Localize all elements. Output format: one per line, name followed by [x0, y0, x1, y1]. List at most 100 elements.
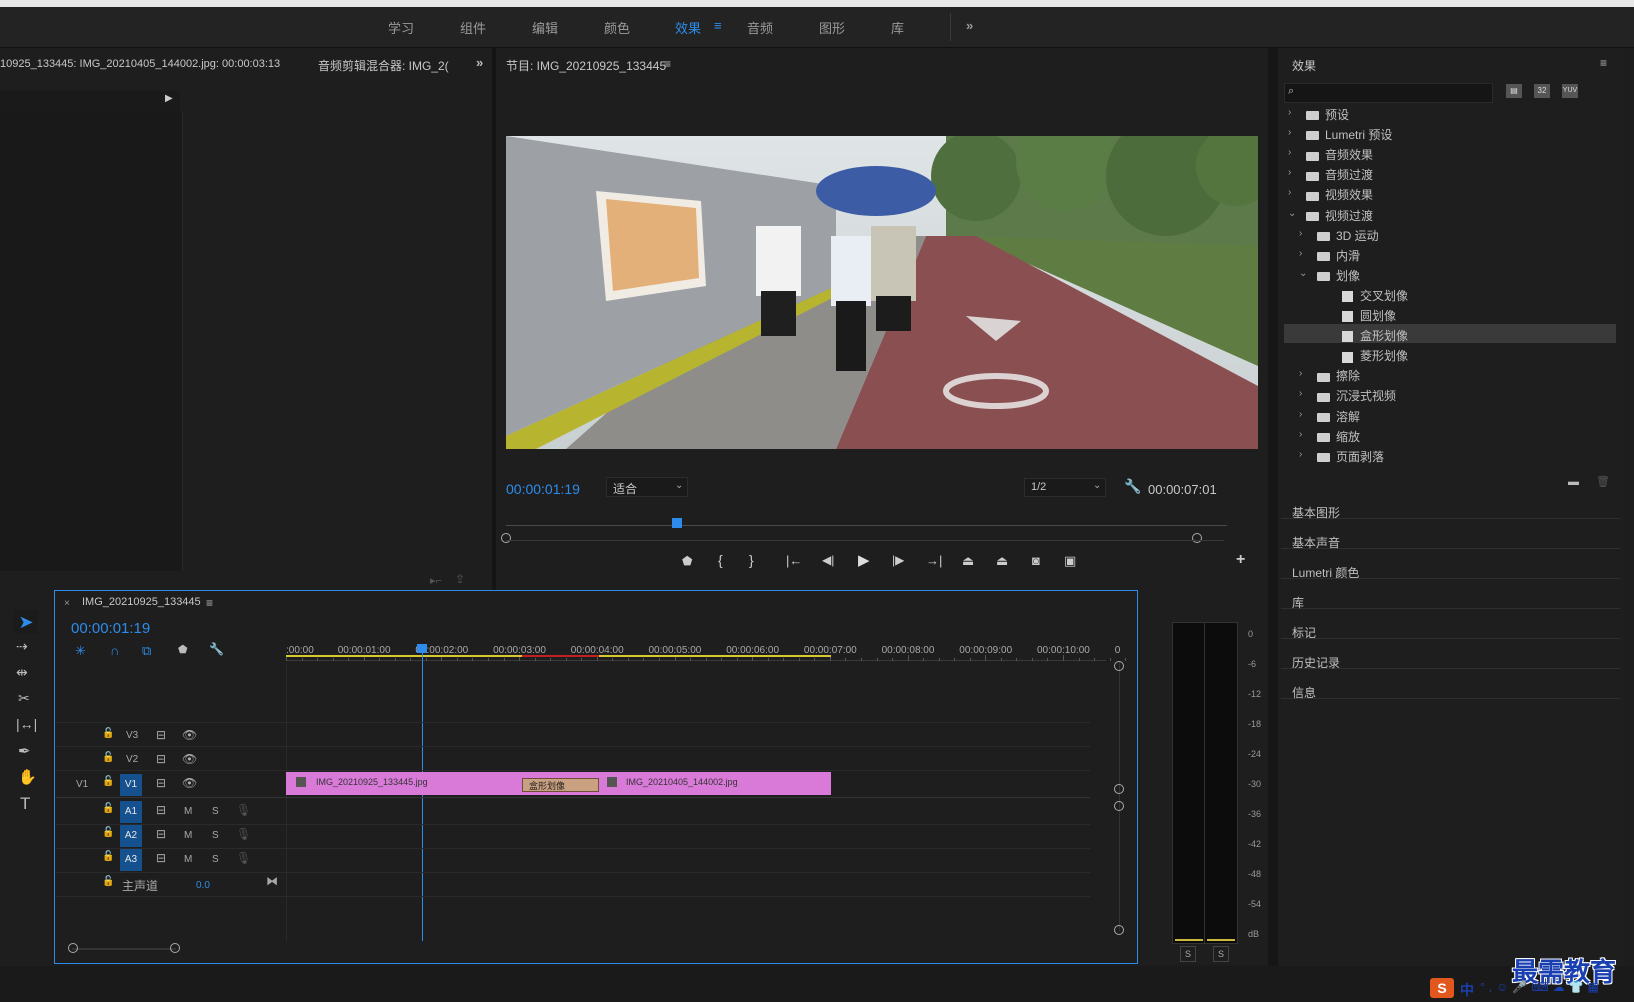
- panel-libraries[interactable]: 库: [1292, 594, 1304, 611]
- effects-title[interactable]: 效果: [1292, 57, 1316, 74]
- effect-folder[interactable]: 缩放: [1317, 428, 1360, 445]
- chevron-right-icon[interactable]: ›: [1288, 107, 1291, 118]
- effect-item[interactable]: 盒形划像: [1342, 327, 1408, 344]
- panel-info[interactable]: 信息: [1292, 684, 1316, 701]
- solo-right-button[interactable]: S: [1213, 946, 1229, 962]
- source-title[interactable]: 10925_133445: IMG_20210405_144002.jpg: 0…: [0, 58, 280, 70]
- go-to-end-icon[interactable]: ⧓: [266, 874, 278, 888]
- solo-left-button[interactable]: S: [1180, 946, 1196, 962]
- effect-item[interactable]: 菱形划像: [1342, 347, 1408, 364]
- ime-mode-label[interactable]: 中: [1460, 980, 1474, 1000]
- sync-lock-icon[interactable]: ⊟: [156, 803, 166, 817]
- tab-color[interactable]: 颜色: [604, 18, 630, 37]
- panel-menu-icon[interactable]: ≡: [1600, 56, 1607, 70]
- track-v2-label[interactable]: V2: [126, 754, 138, 765]
- scrubber-track[interactable]: [506, 525, 1227, 526]
- zoom-bar[interactable]: [506, 540, 1224, 541]
- chevron-right-icon[interactable]: ›: [1288, 187, 1291, 198]
- menu-icon[interactable]: ≡: [714, 18, 722, 33]
- step-forward-icon[interactable]: |▶: [892, 553, 904, 567]
- play-icon[interactable]: ▶: [858, 551, 870, 569]
- track-a2-label[interactable]: A2: [120, 825, 142, 847]
- fit-select[interactable]: 适合 ⌄: [606, 477, 688, 497]
- track-v3-label[interactable]: V3: [126, 730, 138, 741]
- tab-graphics[interactable]: 图形: [819, 18, 845, 37]
- type-tool-icon[interactable]: T: [20, 794, 30, 814]
- step-back-icon[interactable]: ◀|: [822, 553, 834, 567]
- nest-icon[interactable]: ✳: [75, 643, 86, 659]
- delete-icon[interactable]: 🗑: [1596, 475, 1610, 488]
- effect-folder[interactable]: 音频效果: [1306, 146, 1373, 163]
- effect-folder[interactable]: Lumetri 预设: [1306, 126, 1392, 143]
- ime-toolbar-icons[interactable]: °,☺🎤⌨☁👕▦: [1480, 980, 1603, 994]
- chevron-down-icon[interactable]: ⌄: [1288, 208, 1296, 219]
- scroll-handle-top[interactable]: [1114, 661, 1124, 671]
- sequence-tab[interactable]: IMG_20210925_133445: [82, 596, 201, 608]
- chevron-right-icon[interactable]: ›: [1299, 368, 1302, 379]
- panel-menu-icon[interactable]: ≡: [664, 57, 671, 71]
- lock-icon[interactable]: 🔓: [102, 803, 114, 814]
- mute-button[interactable]: M: [184, 806, 192, 817]
- panel-essential-sound[interactable]: 基本声音: [1292, 534, 1340, 551]
- pen-tool-icon[interactable]: ✒: [18, 742, 31, 760]
- chevron-down-icon[interactable]: ⌄: [1299, 268, 1307, 279]
- panel-lumetri-color[interactable]: Lumetri 颜色: [1292, 564, 1359, 581]
- chevron-right-icon[interactable]: ›: [1299, 388, 1302, 399]
- panel-menu-icon[interactable]: ≡: [206, 596, 213, 610]
- close-icon[interactable]: ×: [64, 598, 70, 609]
- more-panels-icon[interactable]: »: [476, 55, 483, 70]
- linked-selection-icon[interactable]: ⧉: [142, 643, 151, 659]
- lock-icon[interactable]: 🔓: [102, 776, 114, 787]
- insert-icon[interactable]: ▸⌐: [430, 574, 442, 587]
- chevron-right-icon[interactable]: ›: [1288, 147, 1291, 158]
- track-v1-label[interactable]: V1: [120, 774, 142, 796]
- effects-search-input[interactable]: ⌕: [1284, 83, 1493, 103]
- track-a1-label[interactable]: A1: [120, 801, 142, 823]
- hand-tool-icon[interactable]: ✋: [18, 768, 37, 786]
- lock-icon[interactable]: 🔓: [102, 876, 114, 887]
- 32bit-effects-icon[interactable]: 32: [1534, 84, 1550, 98]
- slip-tool-icon[interactable]: |↔|: [16, 716, 37, 732]
- razor-tool-icon[interactable]: ✂: [18, 690, 30, 707]
- effect-item[interactable]: 交叉划像: [1342, 287, 1408, 304]
- sync-lock-icon[interactable]: ⊟: [156, 827, 166, 841]
- scroll-handle-bottom[interactable]: [1114, 925, 1124, 935]
- transition-clip[interactable]: 盒形划像: [522, 778, 599, 792]
- scroll-handle-v1[interactable]: [1114, 784, 1124, 794]
- go-to-out-icon[interactable]: →|: [926, 553, 942, 568]
- microphone-icon[interactable]: 🎙: [236, 827, 251, 841]
- eye-icon[interactable]: 👁: [182, 752, 197, 766]
- microphone-icon[interactable]: 🎙: [236, 803, 251, 817]
- panel-markers[interactable]: 标记: [1292, 624, 1316, 641]
- chevron-right-icon[interactable]: ›: [1288, 167, 1291, 178]
- chevron-right-icon[interactable]: ›: [1299, 429, 1302, 440]
- accelerated-effects-icon[interactable]: ▤: [1506, 84, 1522, 98]
- lock-icon[interactable]: 🔓: [102, 728, 114, 739]
- eye-icon[interactable]: 👁: [182, 728, 197, 742]
- tab-audio[interactable]: 音频: [747, 18, 773, 37]
- source-patch-v1[interactable]: V1: [76, 779, 88, 790]
- audio-mixer-tab[interactable]: 音频剪辑混合器: IMG_2(: [318, 57, 454, 74]
- ime-logo-icon[interactable]: S: [1430, 978, 1454, 998]
- playhead-handle[interactable]: [417, 644, 427, 653]
- tab-libraries[interactable]: 库: [891, 18, 904, 37]
- chevron-right-icon[interactable]: ›: [1299, 409, 1302, 420]
- chevron-right-icon[interactable]: ›: [1299, 449, 1302, 460]
- mute-button[interactable]: M: [184, 830, 192, 841]
- go-to-in-icon[interactable]: |←: [786, 553, 802, 568]
- compare-view-icon[interactable]: ▣: [1064, 553, 1076, 569]
- effect-folder[interactable]: 3D 运动: [1317, 227, 1379, 244]
- tab-learn[interactable]: 学习: [388, 18, 414, 37]
- wrench-icon[interactable]: 🔧: [209, 642, 224, 656]
- track-select-tool-icon[interactable]: ⇢: [16, 638, 28, 655]
- effect-folder[interactable]: 溶解: [1317, 408, 1360, 425]
- microphone-icon[interactable]: 🎙: [236, 851, 251, 865]
- effect-folder[interactable]: 内滑: [1317, 247, 1360, 264]
- effect-folder[interactable]: 沉浸式视频: [1317, 387, 1396, 404]
- sync-lock-icon[interactable]: ⊟: [156, 728, 166, 742]
- zoom-handle-right[interactable]: [1192, 533, 1202, 543]
- track-a3-label[interactable]: A3: [120, 849, 142, 871]
- solo-button[interactable]: S: [212, 830, 219, 841]
- more-tabs-icon[interactable]: »: [966, 18, 973, 33]
- program-title[interactable]: 节目: IMG_20210925_133445: [506, 57, 666, 74]
